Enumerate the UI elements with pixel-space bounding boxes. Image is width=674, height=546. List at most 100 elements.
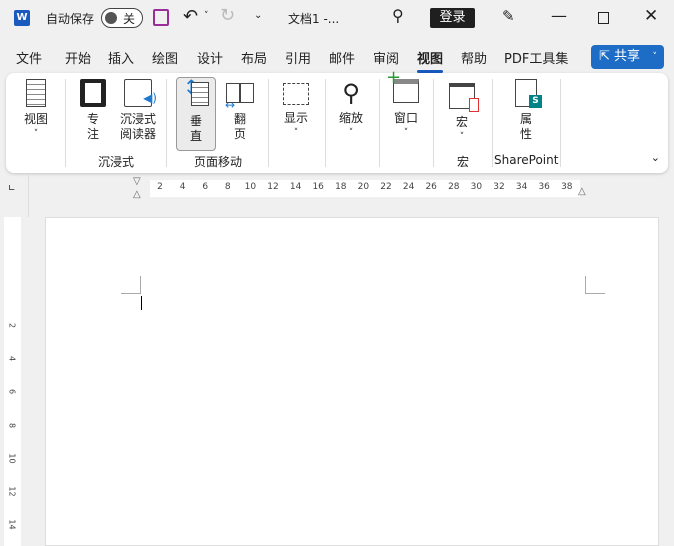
ruler-tick-label: 36 [538, 182, 550, 192]
tab-home[interactable]: 开始 [65, 48, 91, 67]
focus-button[interactable]: 专注 [78, 79, 108, 142]
right-indent-icon[interactable]: △ [578, 186, 586, 197]
immersive-reader-icon: ◀) [124, 79, 157, 107]
ruler-tick-label: 6 [7, 389, 17, 395]
magnifier-icon: ⚲ [342, 79, 360, 107]
ruler-tick-label: 4 [7, 356, 17, 362]
tab-pdf-tools[interactable]: PDF工具集 [504, 48, 568, 67]
undo-dropdown-icon[interactable]: ˅ [204, 11, 209, 21]
ruler-tick-label: 14 [7, 519, 17, 530]
minimize-icon[interactable]: — [551, 6, 567, 25]
tab-view[interactable]: 视图 [417, 48, 444, 73]
reader-label-2: 阅读器 [119, 127, 156, 141]
tab-draw[interactable]: 绘图 [152, 48, 178, 67]
text-cursor [141, 296, 142, 310]
zoom-label: 缩放 [338, 111, 363, 125]
ruler-tick-label: 26 [425, 182, 437, 192]
sharepoint-properties-icon: S [515, 79, 542, 108]
focus-icon [80, 79, 106, 107]
tab-selector-icon[interactable]: ∟ [8, 184, 16, 194]
show-button[interactable]: 显示 ˅ [278, 79, 314, 141]
window-button[interactable]: + 窗口 ˅ [386, 69, 424, 141]
show-icon [283, 83, 309, 105]
immersive-reader-button[interactable]: ◀) 沉浸式 阅读器 [116, 79, 160, 142]
side-to-side-button[interactable]: ↔ 翻页 [222, 79, 258, 142]
window-label: 窗口 [393, 111, 418, 125]
tab-help[interactable]: 帮助 [461, 48, 487, 67]
ruler-tick-label: 34 [515, 182, 528, 192]
reader-label-1: 沉浸式 [119, 112, 156, 126]
ruler-tick-label: 10 [244, 182, 257, 192]
ruler-tick-label: 16 [312, 182, 324, 192]
redo-icon[interactable]: ↻ [220, 5, 235, 26]
search-icon[interactable]: ⚲ [392, 6, 404, 25]
share-button[interactable]: ⇱ 共享 ˅ [591, 45, 664, 69]
save-icon[interactable] [153, 9, 169, 26]
word-logo-icon: W [14, 10, 30, 26]
vertical-label-2: 直 [189, 129, 202, 143]
page-flip-icon: ↔ [225, 83, 254, 112]
group-immersive-label: 沉浸式 [98, 155, 135, 169]
ruler-tick-label: 20 [357, 182, 370, 192]
group-sharepoint-label: SharePoint [494, 153, 559, 167]
macros-label: 宏 [455, 115, 468, 129]
vertical-scroll-icon: ↕ [183, 77, 209, 110]
focus-label-1: 专 [86, 112, 99, 126]
autosave-state: 关 [123, 12, 136, 26]
autosave-toggle[interactable]: 关 [101, 8, 143, 28]
flip-label-2: 页 [233, 127, 246, 141]
tab-review[interactable]: 审阅 [373, 48, 399, 67]
ruler-tick-label: 12 [7, 486, 17, 497]
document-title: 文档1 -... [288, 12, 340, 26]
ruler-tick-label: 2 [7, 322, 17, 329]
ruler-tick-label: 8 [7, 422, 17, 428]
login-button[interactable]: 登录 [430, 8, 475, 28]
macros-button[interactable]: 宏 ˅ [444, 79, 480, 145]
ribbon-panel: 视图˅ 专注 ◀) 沉浸式阅读器 沉浸式 ↕ 垂直 ↔ 翻页 页面移动 显示˅ … [6, 69, 668, 173]
ruler-tick-label: 8 [224, 182, 231, 192]
title-bar: W 自动保存 关 ↶ ˅ ↻ ⌄ 文档1 -... ⚲ 登录 ✎ — ✕ [0, 0, 674, 36]
customize-toolbar-icon[interactable]: ⌄ [254, 10, 262, 21]
tab-design[interactable]: 设计 [197, 48, 223, 67]
left-indent-icon[interactable]: △ [133, 189, 141, 200]
properties-button[interactable]: S 属性 [508, 79, 544, 142]
undo-icon[interactable]: ↶ [183, 6, 198, 27]
ruler-tick-label: 2 [157, 182, 163, 192]
ruler-tick-label: 12 [267, 182, 279, 192]
designer-icon[interactable]: ✎ [502, 7, 515, 25]
ribbon-tabs: 文件 开始 插入 绘图 设计 布局 引用 邮件 审阅 视图 帮助 PDF工具集 [0, 44, 674, 73]
close-icon[interactable]: ✕ [644, 6, 658, 26]
tab-references[interactable]: 引用 [285, 48, 311, 67]
ruler-tick-label: 30 [470, 182, 483, 192]
tab-mailings[interactable]: 邮件 [329, 48, 355, 67]
autosave-label: 自动保存 [46, 12, 95, 26]
macro-icon [449, 83, 479, 112]
show-label: 显示 [283, 111, 308, 125]
tab-layout[interactable]: 布局 [241, 48, 267, 67]
zoom-button[interactable]: ⚲ 缩放 ˅ [333, 79, 369, 141]
properties-label-1: 属 [519, 112, 532, 126]
collapse-ribbon-icon[interactable]: ⌄ [651, 151, 660, 164]
focus-label-2: 注 [86, 127, 99, 141]
document-view-icon [26, 79, 46, 107]
ruler-tick-label: 38 [561, 182, 573, 192]
ruler-tick-label: 22 [380, 182, 392, 192]
ruler-tick-label: 18 [335, 182, 347, 192]
tab-insert[interactable]: 插入 [108, 48, 134, 67]
flip-label-1: 翻 [233, 112, 246, 126]
ruler-tick-label: 6 [202, 182, 209, 192]
share-icon: ⇱ [599, 49, 615, 64]
views-label: 视图 [23, 112, 48, 126]
ruler-tick-label: 10 [7, 453, 17, 464]
ruler-tick-label: 4 [179, 182, 186, 192]
document-page[interactable] [45, 217, 659, 546]
new-window-icon: + [386, 69, 419, 103]
vertical-button[interactable]: ↕ 垂直 [176, 77, 216, 151]
views-button[interactable]: 视图 ˅ [18, 79, 54, 142]
first-line-indent-icon[interactable]: ▽ [133, 176, 141, 187]
tab-file[interactable]: 文件 [16, 48, 42, 67]
ruler-tick-label: 28 [448, 182, 460, 192]
maximize-icon[interactable] [598, 12, 609, 24]
ruler-tick-label: 24 [402, 182, 415, 192]
group-macro-label: 宏 [457, 155, 470, 169]
